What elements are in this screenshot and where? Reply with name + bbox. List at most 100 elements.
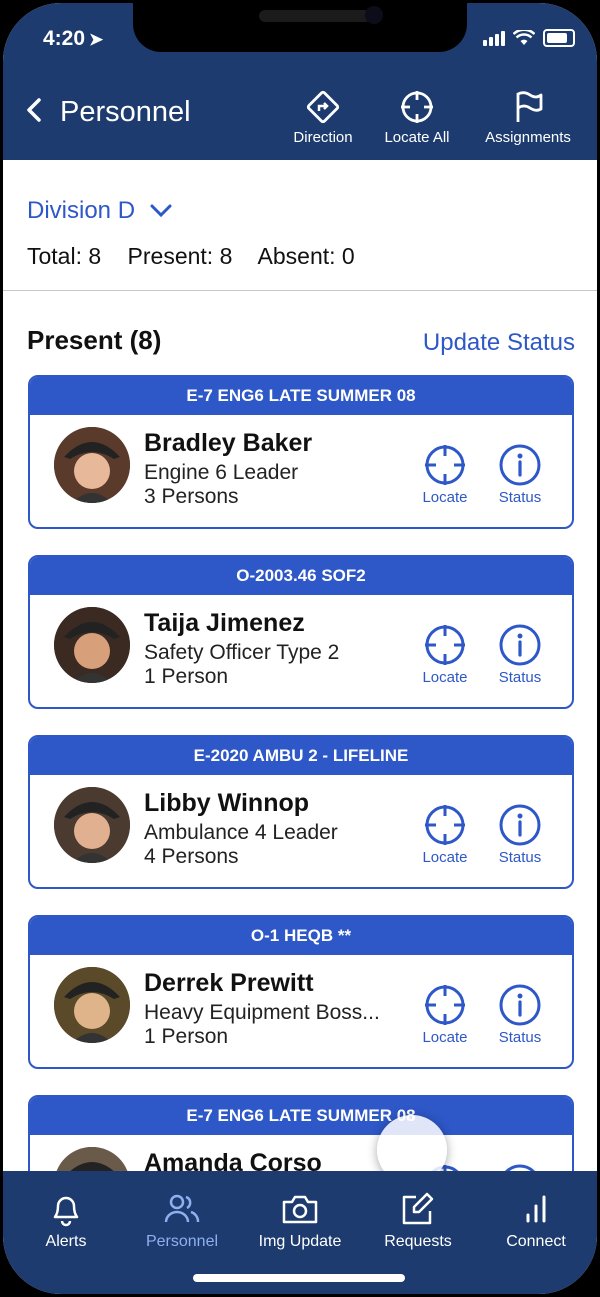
people-icon bbox=[164, 1194, 200, 1223]
unit-header: E-7 ENG6 LATE SUMMER 08 bbox=[30, 377, 572, 415]
app-header: 4:20 ➤ Personnel Direction Locate All As… bbox=[3, 3, 597, 160]
avatar bbox=[54, 787, 130, 863]
present-count: Present: 8 bbox=[127, 243, 233, 269]
avatar bbox=[54, 967, 130, 1043]
status-icons bbox=[483, 29, 575, 47]
locate-label: Locate bbox=[422, 849, 468, 866]
tab-personnel[interactable]: Personnel bbox=[123, 1191, 241, 1251]
unit-header: E-7 ENG6 LATE SUMMER 08 bbox=[30, 1097, 572, 1135]
person-count: 3 Persons bbox=[144, 485, 239, 508]
unit-header: O-1 HEQB ** bbox=[30, 917, 572, 955]
personnel-card[interactable]: E-7 ENG6 LATE SUMMER 08 Bradley Baker En… bbox=[28, 375, 574, 529]
status-time-label: 4:20 bbox=[43, 27, 86, 50]
bell-icon bbox=[53, 1196, 79, 1227]
crosshair-icon bbox=[401, 91, 433, 123]
edit-icon bbox=[402, 1192, 434, 1225]
tab-requests[interactable]: Requests bbox=[359, 1191, 477, 1251]
speaker-grille bbox=[259, 10, 371, 22]
person-name: Taija Jimenez bbox=[144, 609, 305, 637]
tab-img-update[interactable]: Img Update bbox=[241, 1191, 359, 1251]
front-camera bbox=[365, 6, 383, 24]
division-selector[interactable]: Division D bbox=[27, 197, 172, 225]
chevron-down-icon bbox=[150, 197, 172, 225]
status-label: Status bbox=[498, 1029, 542, 1046]
locate-label: Locate bbox=[422, 1029, 468, 1046]
status-button[interactable]: Status bbox=[490, 803, 550, 866]
avatar bbox=[54, 607, 130, 683]
status-time: 4:20 ➤ bbox=[43, 27, 103, 51]
person-count: 1 Person bbox=[144, 1025, 229, 1048]
person-name: Libby Winnop bbox=[144, 789, 310, 817]
info-icon bbox=[499, 984, 541, 1026]
app-screen: 4:20 ➤ Personnel Direction Locate All As… bbox=[3, 3, 597, 1294]
crosshair-icon bbox=[425, 805, 465, 845]
signal-bars-icon bbox=[526, 1195, 546, 1223]
tab-alerts[interactable]: Alerts bbox=[7, 1191, 125, 1251]
person-role: Heavy Equipment Boss... bbox=[144, 1001, 380, 1024]
locate-button[interactable]: Locate bbox=[414, 983, 476, 1046]
person-count: 1 Person bbox=[144, 665, 229, 688]
avatar bbox=[54, 427, 130, 503]
tab-personnel-label: Personnel bbox=[145, 1233, 219, 1250]
cellular-signal-icon bbox=[483, 30, 505, 46]
crosshair-icon bbox=[425, 445, 465, 485]
direction-icon bbox=[306, 90, 340, 124]
page-title[interactable]: Personnel bbox=[60, 96, 191, 129]
person-count: 4 Persons bbox=[144, 845, 239, 868]
crosshair-icon bbox=[425, 985, 465, 1025]
status-button[interactable]: Status bbox=[490, 623, 550, 686]
battery-icon bbox=[543, 29, 575, 47]
home-indicator[interactable] bbox=[193, 1274, 405, 1282]
direction-label: Direction bbox=[293, 129, 353, 146]
total-count: Total: 8 bbox=[27, 243, 102, 269]
assignments-button[interactable]: Assignments bbox=[475, 89, 581, 146]
status-label: Status bbox=[498, 669, 542, 686]
back-chevron-icon[interactable] bbox=[25, 97, 43, 130]
attendance-totals: Total: 8 Present: 8 Absent: 0 bbox=[27, 243, 375, 270]
tab-img-update-label: Img Update bbox=[258, 1233, 342, 1250]
info-icon bbox=[499, 624, 541, 666]
status-button[interactable]: Status bbox=[490, 983, 550, 1046]
person-role: Safety Officer Type 2 bbox=[144, 641, 340, 664]
tab-alerts-label: Alerts bbox=[45, 1233, 87, 1250]
personnel-card[interactable]: O-1 HEQB ** Derrek Prewitt Heavy Equipme… bbox=[28, 915, 574, 1069]
info-icon bbox=[499, 804, 541, 846]
locate-all-label: Locate All bbox=[384, 129, 450, 146]
unit-header: E-2020 AMBU 2 - LIFELINE bbox=[30, 737, 572, 775]
tab-requests-label: Requests bbox=[384, 1233, 452, 1250]
section-divider bbox=[3, 290, 597, 291]
absent-count: Absent: 0 bbox=[257, 243, 355, 269]
locate-button[interactable]: Locate bbox=[414, 803, 476, 866]
camera-icon bbox=[282, 1195, 318, 1224]
assignments-label: Assignments bbox=[485, 129, 571, 146]
person-name: Bradley Baker bbox=[144, 429, 313, 457]
division-label: Division D bbox=[27, 197, 136, 224]
flag-icon bbox=[516, 91, 543, 122]
locate-button[interactable]: Locate bbox=[414, 623, 476, 686]
status-label: Status bbox=[498, 849, 542, 866]
device-notch bbox=[133, 3, 467, 52]
bottom-tab-bar: Alerts Personnel Img Update Requests Con… bbox=[3, 1171, 597, 1294]
person-name: Derrek Prewitt bbox=[144, 969, 314, 997]
update-status-link[interactable]: Update Status bbox=[423, 329, 575, 357]
status-button[interactable]: Status bbox=[490, 443, 550, 506]
locate-all-button[interactable]: Locate All bbox=[375, 89, 459, 146]
present-section-title: Present (8) bbox=[27, 325, 162, 355]
locate-button[interactable]: Locate bbox=[414, 443, 476, 506]
location-arrow-icon: ➤ bbox=[89, 30, 104, 49]
personnel-card[interactable]: E-2020 AMBU 2 - LIFELINE Libby Winnop Am… bbox=[28, 735, 574, 889]
person-role: Ambulance 4 Leader bbox=[144, 821, 338, 844]
locate-label: Locate bbox=[422, 489, 468, 506]
wifi-icon bbox=[513, 30, 535, 45]
tab-connect[interactable]: Connect bbox=[477, 1191, 595, 1251]
direction-button[interactable]: Direction bbox=[283, 89, 363, 146]
status-label: Status bbox=[498, 489, 542, 506]
personnel-card[interactable]: O-2003.46 SOF2 Taija Jimenez Safety Offi… bbox=[28, 555, 574, 709]
info-icon bbox=[499, 444, 541, 486]
locate-label: Locate bbox=[422, 669, 468, 686]
tab-connect-label: Connect bbox=[506, 1233, 566, 1250]
person-role: Engine 6 Leader bbox=[144, 461, 299, 484]
unit-header: O-2003.46 SOF2 bbox=[30, 557, 572, 595]
crosshair-icon bbox=[425, 625, 465, 665]
phone-frame: 4:20 ➤ Personnel Direction Locate All As… bbox=[0, 0, 600, 1297]
